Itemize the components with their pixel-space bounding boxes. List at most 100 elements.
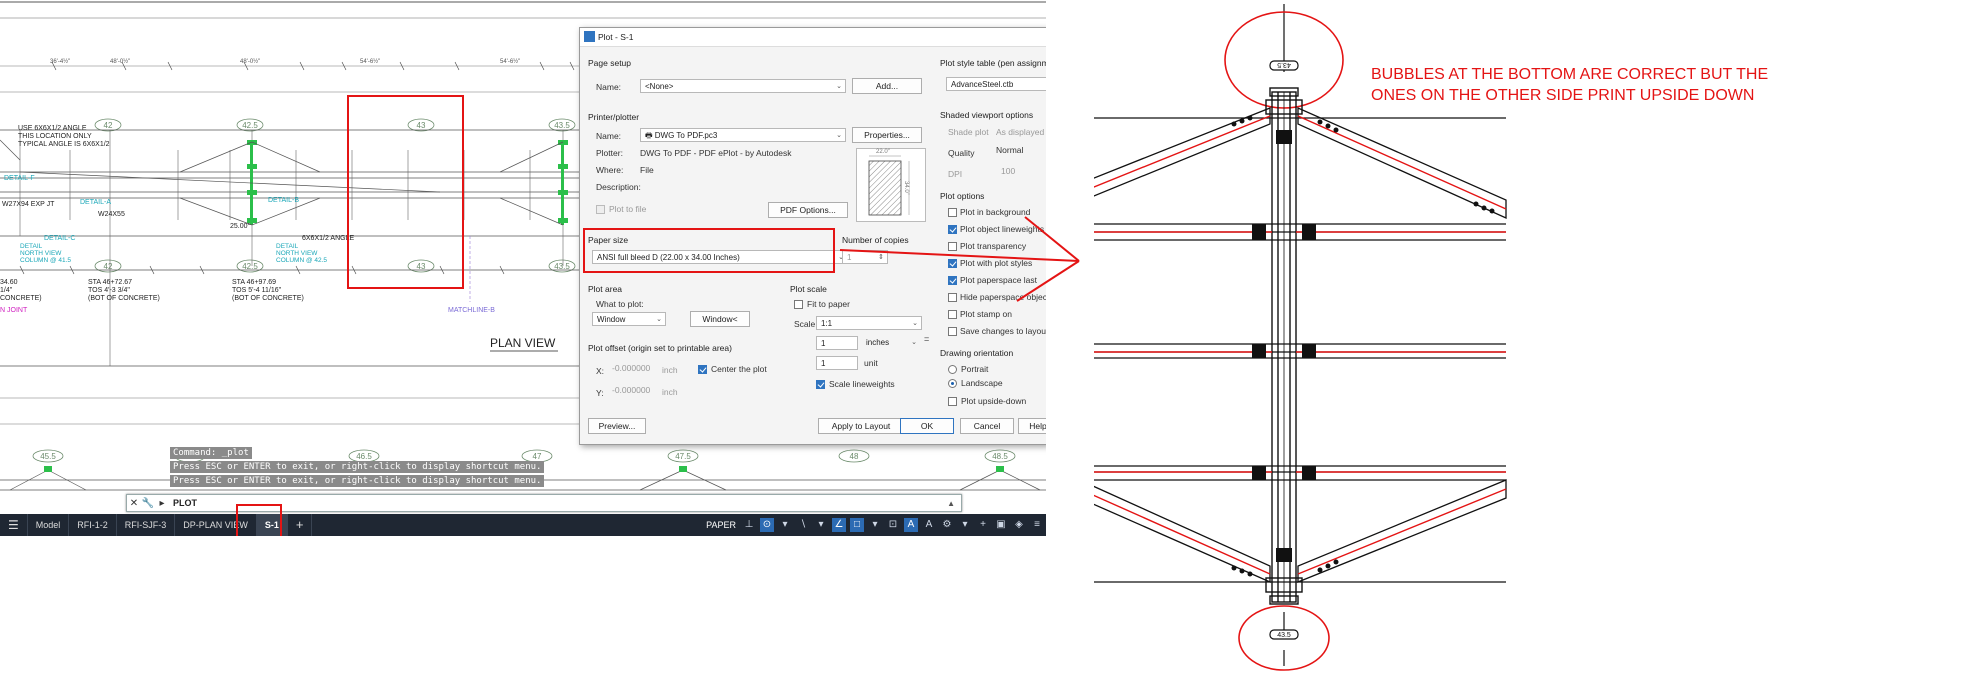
selection-icon[interactable]: ⊡ (886, 518, 900, 532)
lower-bubble: 48 (850, 452, 859, 461)
workspace-icon[interactable]: ▣ (994, 518, 1008, 532)
printer-name-value: DWG To PDF.pc3 (654, 131, 718, 140)
note-angle: USE 6X6X1/2 ANGLE THIS LOCATION ONLY TYPIC… (18, 125, 110, 148)
command-line: Press ESC or ENTER to exit, or right-cli… (170, 475, 545, 487)
preview-width: 22.0″ (875, 149, 891, 155)
layout-tab-rfi-1-2[interactable]: RFI-1-2 (69, 514, 117, 536)
highlight-box-s1-tab (236, 504, 282, 536)
page-setup-name-value: <None> (645, 82, 674, 91)
dialog-title-bar[interactable]: Plot - S-1 (580, 28, 1046, 47)
printer-icon: 🖶 (645, 131, 655, 140)
layout-tab-model[interactable]: Model (28, 514, 70, 536)
dim-text: 54'-6½" (500, 58, 520, 65)
customize-icon[interactable]: ≡ (1030, 518, 1044, 532)
chevron-down-icon: ⌄ (836, 132, 842, 139)
dropdown-icon[interactable]: ▾ (814, 518, 828, 532)
command-input[interactable]: PLOT (173, 498, 197, 508)
scale-select[interactable]: 1:1 ⌄ (816, 316, 922, 330)
paper-preview-graphic (868, 155, 910, 216)
center-plot-label: Center the plot (711, 364, 767, 374)
snap-icon[interactable]: ⊥ (742, 518, 756, 532)
ok-button[interactable]: OK (900, 418, 954, 434)
preview-height: 34.0″ (903, 181, 909, 195)
detail-north-1: DETAIL NORTH VIEW COLUMN @ 41.5 (20, 243, 71, 264)
lower-bubble: 47 (533, 452, 542, 461)
plot-area-heading: Plot area (588, 284, 623, 294)
scale-value: 1:1 (821, 319, 833, 328)
polar-icon[interactable]: ∖ (796, 518, 810, 532)
object-snap-icon[interactable]: ⊙ (760, 518, 774, 532)
add-layout-icon[interactable]: + (288, 514, 313, 536)
dim-text: 48'-0½" (110, 58, 130, 65)
plot-scale-heading: Plot scale (790, 284, 827, 294)
plot-style-table-select[interactable]: AdvanceSteel.ctb (946, 77, 1046, 91)
annotation-icon[interactable]: A (904, 518, 918, 532)
sta-2: STA 46+97.69 TOS 5'-4 11/16" (BOT OF CONCR… (232, 279, 304, 302)
printer-name-select[interactable]: 🖶 DWG To PDF.pc3 ⌄ (640, 128, 846, 142)
printer-heading: Printer/plotter (588, 112, 640, 122)
equals-sign: = (924, 334, 930, 344)
page-setup-name-select[interactable]: <None> ⌄ (640, 79, 846, 93)
chevron-down-icon: ⌄ (836, 83, 842, 90)
dropdown-icon[interactable]: ▾ (868, 518, 882, 532)
wrench-icon[interactable]: 🔧 (141, 498, 155, 509)
dim-text: 36'-4½" (50, 58, 70, 65)
plot-to-file-checkbox[interactable] (596, 205, 605, 214)
center-plot-checkbox[interactable] (698, 365, 707, 374)
dropdown-icon[interactable]: ▾ (778, 518, 792, 532)
properties-button[interactable]: Properties... (852, 127, 922, 143)
offset-x-input[interactable]: -0.000000 (612, 363, 650, 373)
offset-y-input[interactable]: -0.000000 (612, 385, 650, 395)
lower-bubble: 48.5 (992, 452, 1008, 461)
fit-to-paper-checkbox[interactable] (794, 300, 803, 309)
close-icon[interactable]: ✕ (127, 498, 141, 509)
plot-app-icon (584, 31, 595, 42)
offset-x-unit: inch (662, 365, 678, 375)
menu-icon[interactable]: ☰ (0, 514, 28, 536)
where-label: Where: (596, 165, 624, 175)
scale-lineweights-checkbox[interactable] (816, 380, 825, 389)
scale-unit-1-select[interactable]: inches ⌄ (862, 336, 920, 350)
plot-style-table-value: AdvanceSteel.ctb (951, 80, 1014, 89)
annotation-scale-icon[interactable]: A (922, 518, 936, 532)
portrait-radio[interactable] (948, 365, 957, 374)
dropdown-icon[interactable]: ▾ (958, 518, 972, 532)
isolate-icon[interactable]: ◈ (1012, 518, 1026, 532)
paper-space-toggle[interactable]: PAPER (706, 520, 736, 530)
what-to-plot-label: What to plot: (596, 299, 644, 309)
rectangle-icon[interactable]: □ (850, 518, 864, 532)
sta-left: 34.60 1/4" CONCRETE) (0, 279, 42, 302)
plot-upside-down-checkbox[interactable] (948, 397, 957, 406)
grid-bubble-top: 43 (417, 121, 426, 130)
dpi-value[interactable]: 100 (1001, 166, 1015, 176)
what-to-plot-select[interactable]: Window ⌄ (592, 312, 666, 326)
cancel-button[interactable]: Cancel (960, 418, 1014, 434)
angle-icon[interactable]: ∠ (832, 518, 846, 532)
add-page-setup-button[interactable]: Add... (852, 78, 922, 94)
lower-bubble: 47.5 (675, 452, 691, 461)
preview-button[interactable]: Preview... (588, 418, 646, 434)
landscape-radio[interactable] (948, 379, 957, 388)
quality-value[interactable]: Normal (996, 145, 1023, 155)
window-button[interactable]: Window< (690, 311, 750, 327)
what-to-plot-value: Window (597, 315, 626, 324)
shade-plot-value[interactable]: As displayed (996, 127, 1044, 137)
detail-b-label: DETAIL-B (268, 197, 299, 204)
gear-icon[interactable]: ⚙ (940, 518, 954, 532)
save-changes-checkbox[interactable] (948, 327, 957, 336)
annotation-note: BUBBLES AT THE BOTTOM ARE CORRECT BUT TH… (1371, 66, 1769, 104)
shade-plot-label: Shade plot (948, 127, 989, 137)
command-prompt-icon[interactable]: ▸ (155, 498, 169, 509)
plot-stamp-checkbox[interactable] (948, 310, 957, 319)
chevron-up-icon[interactable]: ▲ (947, 499, 955, 508)
chevron-down-icon: ⌄ (656, 316, 662, 323)
scale-value-1-input[interactable]: 1 (816, 336, 858, 350)
apply-to-layout-button[interactable]: Apply to Layout (818, 418, 904, 434)
scale-value-2-input[interactable]: 1 (816, 356, 858, 370)
help-button[interactable]: Help (1018, 418, 1046, 434)
detail-a-label: DETAIL-A (80, 199, 111, 206)
portrait-label: Portrait (961, 364, 989, 374)
layout-tab-rfi-sjf-3[interactable]: RFI-SJF-3 (117, 514, 176, 536)
plot-options-heading: Plot options (940, 191, 985, 201)
plus-icon[interactable]: + (976, 518, 990, 532)
